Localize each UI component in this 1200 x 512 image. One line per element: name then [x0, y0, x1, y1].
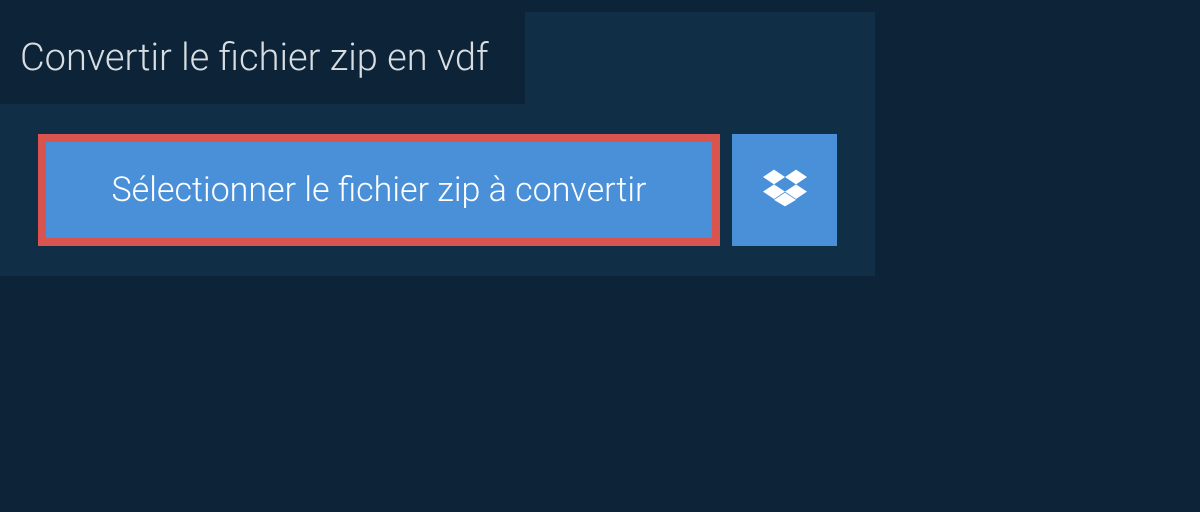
button-row: Sélectionner le fichier zip à convertir [0, 104, 875, 246]
page-title: Convertir le fichier zip en vdf [0, 12, 525, 104]
converter-panel: Convertir le fichier zip en vdf Sélectio… [0, 12, 875, 276]
dropbox-button[interactable] [732, 134, 837, 246]
dropbox-icon [763, 166, 807, 214]
select-file-button[interactable]: Sélectionner le fichier zip à convertir [38, 134, 720, 246]
select-file-label: Sélectionner le fichier zip à convertir [112, 170, 647, 210]
